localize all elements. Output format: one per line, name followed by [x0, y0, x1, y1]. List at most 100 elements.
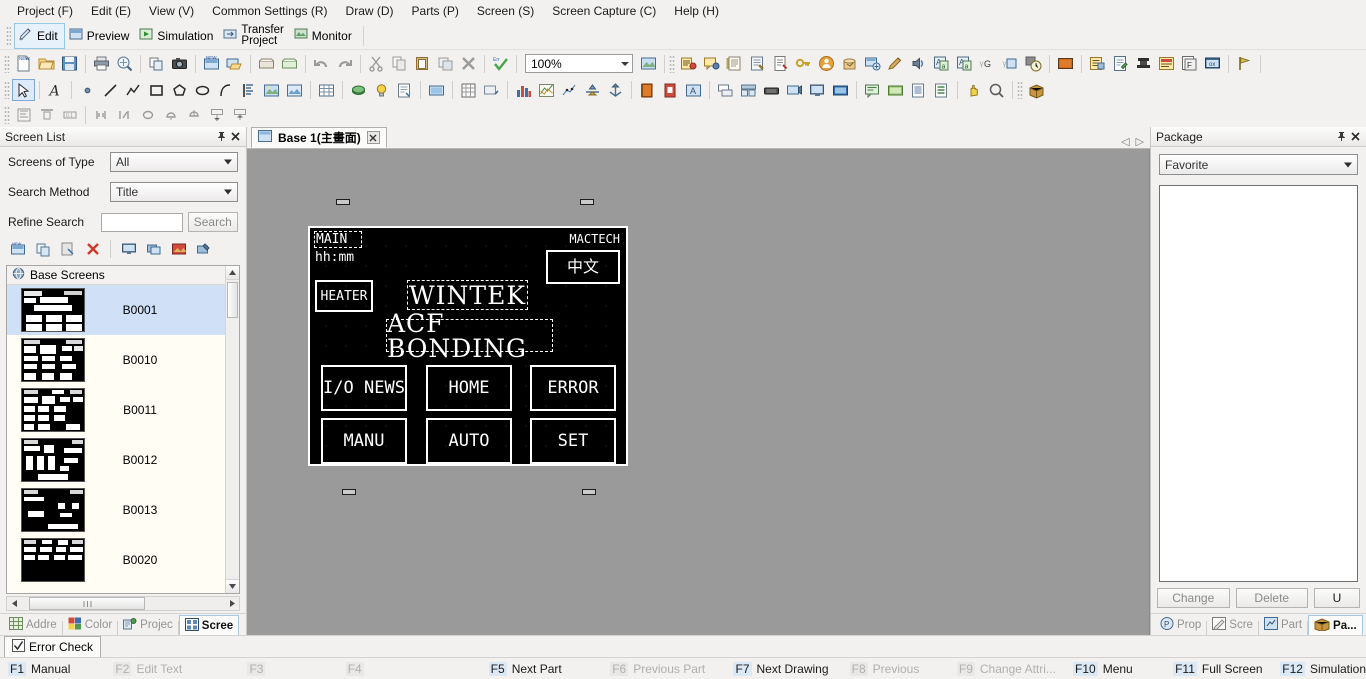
- panel-tab-address[interactable]: Addre: [4, 615, 62, 635]
- language-switch-icon[interactable]: Aa: [953, 53, 976, 75]
- align-top-icon[interactable]: [35, 104, 58, 126]
- screen-settings-icon[interactable]: [861, 53, 884, 75]
- copy-screen-icon[interactable]: [145, 53, 168, 75]
- keyboard-icon[interactable]: [760, 79, 783, 101]
- screen-properties-icon[interactable]: [117, 238, 140, 260]
- comment-group-icon[interactable]: [1086, 53, 1109, 75]
- screen-list-item[interactable]: B0010: [7, 335, 239, 385]
- menu-screen[interactable]: Screen (S): [468, 1, 543, 21]
- menu-project[interactable]: Project (F): [8, 1, 82, 21]
- screen-tool-icon[interactable]: [192, 238, 215, 260]
- redo-icon[interactable]: [333, 53, 356, 75]
- recipe-icon[interactable]: [746, 53, 769, 75]
- bar-graph-icon[interactable]: [512, 79, 535, 101]
- panel-tab-project[interactable]: Projec: [118, 615, 178, 635]
- comment-object-icon[interactable]: [700, 53, 723, 75]
- mode-preview-button[interactable]: Preview: [65, 23, 136, 49]
- undo-icon[interactable]: [310, 53, 333, 75]
- scroll-up-icon[interactable]: [226, 266, 239, 280]
- package-tab-screen[interactable]: Scre: [1207, 615, 1258, 635]
- scroll-down-icon[interactable]: [226, 579, 239, 593]
- scroll-right-icon[interactable]: [225, 597, 239, 610]
- window-part-icon[interactable]: [714, 79, 737, 101]
- print-icon[interactable]: [90, 53, 113, 75]
- text-object-icon[interactable]: [677, 53, 700, 75]
- gamma-screen-icon[interactable]: γ: [999, 53, 1022, 75]
- screen-list-item[interactable]: B0011: [7, 385, 239, 435]
- menu-parts[interactable]: Parts (P): [403, 1, 468, 21]
- anchor-icon[interactable]: [604, 79, 627, 101]
- screen-stack-icon[interactable]: [142, 238, 165, 260]
- function-key-f10[interactable]: F10 Menu: [1073, 661, 1173, 676]
- open-file-icon[interactable]: [35, 53, 58, 75]
- hmi-heater-button[interactable]: HEATER: [315, 280, 373, 312]
- hmi-line2[interactable]: ACF BONDING: [386, 311, 553, 361]
- language-icon[interactable]: Aa: [930, 53, 953, 75]
- error-check-tab[interactable]: Error Check: [4, 636, 102, 657]
- resize-handle-top-right[interactable]: [580, 199, 594, 205]
- screen-list-item[interactable]: B0020: [7, 535, 239, 585]
- image-tool-icon[interactable]: [260, 79, 283, 101]
- menu-edit[interactable]: Edit (E): [82, 1, 140, 21]
- fill-color-icon[interactable]: [1054, 53, 1077, 75]
- delete-screen-icon[interactable]: [81, 238, 104, 260]
- resize-handle-bottom-left[interactable]: [342, 489, 356, 495]
- screen-list-item[interactable]: B0001: [7, 285, 239, 335]
- menu-help[interactable]: Help (H): [665, 1, 728, 21]
- resize-handle-top-left[interactable]: [336, 199, 350, 205]
- trend-object-icon[interactable]: [480, 79, 503, 101]
- package-preview-area[interactable]: [1159, 185, 1358, 582]
- screen-list-item[interactable]: B0013: [7, 485, 239, 535]
- tab-scroll-right-icon[interactable]: ▷: [1136, 135, 1144, 148]
- paste-screen-icon[interactable]: [56, 238, 79, 260]
- arc-down-icon[interactable]: [182, 104, 205, 126]
- close-icon[interactable]: [1348, 130, 1362, 144]
- function-key-f5[interactable]: F5 Next Part: [488, 661, 611, 676]
- screen-list-item[interactable]: B0012: [7, 435, 239, 485]
- arc-tool-icon[interactable]: [214, 79, 237, 101]
- send-backward-icon[interactable]: [205, 104, 228, 126]
- alarm-list-icon[interactable]: [723, 53, 746, 75]
- hand-tool-icon[interactable]: [962, 79, 985, 101]
- pin-icon[interactable]: [214, 130, 228, 144]
- screens-of-type-select[interactable]: All: [110, 152, 238, 172]
- package-tab-part[interactable]: Part: [1259, 615, 1307, 635]
- toolbar-grip[interactable]: [4, 106, 10, 124]
- package-category-select[interactable]: Favorite: [1159, 154, 1358, 175]
- text-tool-icon[interactable]: A: [44, 79, 67, 101]
- display-blue-icon[interactable]: [829, 79, 852, 101]
- numeric-align-icon[interactable]: 0.1: [58, 104, 81, 126]
- new-screen-icon[interactable]: NEW: [200, 53, 223, 75]
- new-file-icon[interactable]: NEW: [12, 53, 35, 75]
- screen-list-hscrollbar[interactable]: [6, 596, 240, 611]
- align-grid-icon[interactable]: [12, 104, 35, 126]
- hmi-button-error[interactable]: ERROR: [530, 365, 616, 411]
- recipe-book-icon[interactable]: [636, 79, 659, 101]
- stack-windows-icon[interactable]: F: [1178, 53, 1201, 75]
- function-key-f8[interactable]: F8 Previous: [849, 661, 957, 676]
- new-screen-icon[interactable]: NEW: [6, 238, 29, 260]
- cut-icon[interactable]: [365, 53, 388, 75]
- menu-common-settings[interactable]: Common Settings (R): [203, 1, 336, 21]
- point-tool-icon[interactable]: [76, 79, 99, 101]
- list-display2-icon[interactable]: [930, 79, 953, 101]
- hmi-button-manu[interactable]: MANU: [321, 418, 407, 464]
- hscrollbar-thumb[interactable]: [29, 597, 145, 610]
- ascii-display-icon[interactable]: A: [682, 79, 705, 101]
- function-key-f1[interactable]: F1 Manual: [8, 661, 113, 676]
- multi-window-icon[interactable]: [737, 79, 760, 101]
- package-tool-icon[interactable]: [1025, 79, 1048, 101]
- zoom-tool-icon[interactable]: [985, 79, 1008, 101]
- mode-transfer-project-button[interactable]: Transfer Project: [219, 23, 289, 49]
- menu-draw[interactable]: Draw (D): [337, 1, 403, 21]
- delete-button[interactable]: Delete: [1235, 588, 1308, 608]
- hmi-button-io-news[interactable]: I/O NEWS: [321, 365, 407, 411]
- rotate-icon[interactable]: [136, 104, 159, 126]
- lamp-switch-icon[interactable]: [347, 79, 370, 101]
- arc-up-icon[interactable]: [159, 104, 182, 126]
- screen-list-scrollbar[interactable]: [225, 266, 239, 593]
- toolbar-grip[interactable]: [4, 54, 10, 73]
- panel-tab-color[interactable]: Color: [63, 615, 117, 635]
- package-tab-property[interactable]: P Prop: [1155, 615, 1206, 635]
- image2-tool-icon[interactable]: [283, 79, 306, 101]
